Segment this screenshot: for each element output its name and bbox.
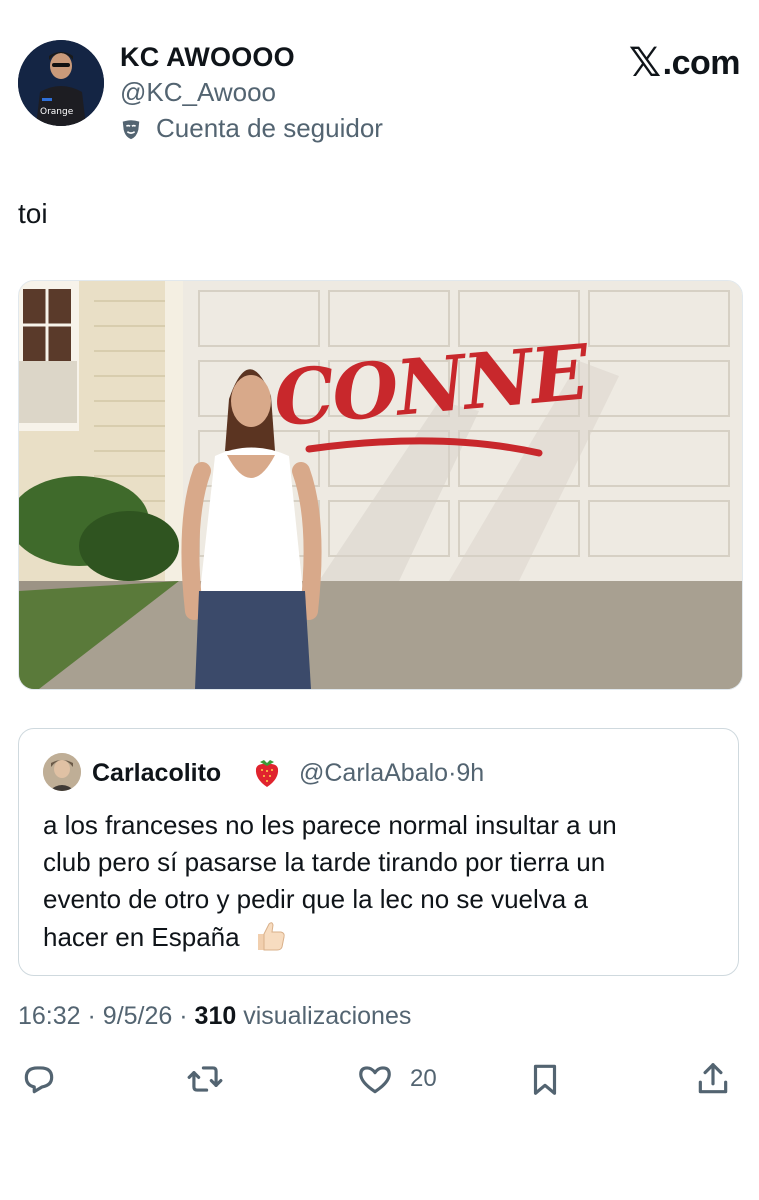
- quoted-text: a los franceses no les parece normal ins…: [43, 807, 723, 956]
- thumbs-up-icon: [257, 922, 285, 951]
- share-button[interactable]: [694, 1060, 732, 1098]
- reply-icon: [24, 1066, 54, 1094]
- meta-separator: ·: [179, 1002, 188, 1030]
- quoted-line: evento de otro y pedir que la lec no se …: [43, 884, 588, 914]
- tweet-date[interactable]: 9/5/26: [103, 1002, 173, 1030]
- tweet-text: toi: [18, 198, 48, 229]
- quoted-tweet[interactable]: Carlacolito @CarlaAbalo·9h a los frances…: [18, 728, 739, 976]
- quoted-avatar-image: [43, 753, 81, 791]
- author-display-name[interactable]: KC AWOOOO: [120, 42, 295, 73]
- bookmark-button[interactable]: [526, 1060, 564, 1098]
- quoted-line-last: hacer en España: [43, 918, 723, 956]
- retweet-button[interactable]: [186, 1060, 224, 1098]
- tweet-header: Orange KC AWOOOO @KC_Awooo Cuenta de seg…: [18, 40, 741, 143]
- quoted-line: hacer en España: [43, 922, 240, 952]
- author-handle[interactable]: @KC_Awooo: [120, 77, 276, 108]
- views-count: 310: [194, 1002, 237, 1030]
- share-icon: [698, 1063, 728, 1094]
- quoted-handle: @CarlaAbalo: [299, 759, 449, 787]
- strawberry-icon: [255, 760, 279, 787]
- like-count: 20: [410, 1065, 437, 1092]
- quoted-handle-time[interactable]: @CarlaAbalo·9h: [299, 759, 484, 788]
- svg-text:Orange: Orange: [40, 107, 74, 117]
- x-logo-icon: 𝕏: [628, 40, 661, 86]
- x-com-logo: 𝕏 .com: [628, 40, 741, 86]
- meta-separator: ·: [87, 1002, 96, 1030]
- avatar-image: Orange: [18, 40, 104, 126]
- quoted-line: a los franceses no les parece normal ins…: [43, 810, 617, 840]
- tweet-meta: 16:32 · 9/5/26 · 310 visualizaciones: [18, 1002, 411, 1031]
- like-button[interactable]: 20: [356, 1060, 437, 1098]
- quoted-line: club pero sí pasarse la tarde tirando po…: [43, 847, 606, 877]
- action-bar: 20: [18, 1060, 740, 1110]
- mask-icon: [122, 119, 140, 139]
- quoted-display-name[interactable]: Carlacolito: [92, 759, 221, 788]
- heart-icon: [359, 1066, 391, 1094]
- account-type-label: Cuenta de seguidor: [156, 113, 383, 143]
- media-photo: CONNE: [19, 281, 742, 689]
- quoted-avatar[interactable]: [43, 753, 81, 791]
- quoted-time: 9h: [456, 759, 485, 787]
- x-com-label: .com: [662, 43, 741, 82]
- views-label: visualizaciones: [243, 1002, 412, 1030]
- tweet-media[interactable]: CONNE: [18, 280, 743, 690]
- author-avatar[interactable]: Orange: [18, 40, 104, 126]
- tweet-time[interactable]: 16:32: [18, 1002, 81, 1030]
- retweet-icon: [187, 1066, 223, 1092]
- account-type-row: Cuenta de seguidor: [120, 113, 383, 144]
- bookmark-icon: [533, 1064, 557, 1095]
- reply-button[interactable]: [20, 1060, 58, 1098]
